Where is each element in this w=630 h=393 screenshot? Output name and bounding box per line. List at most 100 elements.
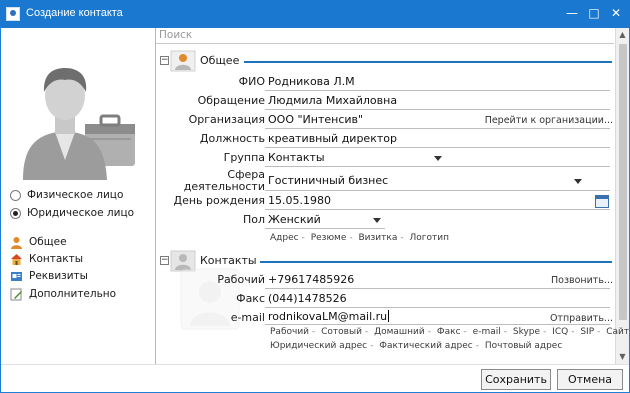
email-value: rodnikovaLM@mail.ru	[268, 310, 388, 323]
fio-underline	[265, 90, 610, 91]
radio-legal-entity-circle[interactable]	[10, 207, 21, 219]
section-contacts-divider	[260, 261, 612, 263]
gender-label: Пол	[242, 213, 265, 226]
fio-label: ФИО	[238, 75, 265, 88]
fax-label: Факс	[236, 292, 265, 305]
group-underline	[265, 166, 610, 167]
send-email-link[interactable]: Отправить...	[550, 313, 613, 324]
dialog-body: Физическое лицо Юридическое лицо Общее К…	[1, 28, 629, 392]
greeting-field[interactable]: Людмила Михайловна	[268, 94, 397, 107]
section-general-divider	[244, 61, 612, 63]
radio-legal-entity[interactable]: Юридическое лицо	[10, 205, 134, 221]
greeting-underline	[265, 109, 610, 110]
gender-select[interactable]: Женский	[268, 213, 321, 226]
position-label: Должность	[199, 132, 265, 145]
sphere-dropdown-arrow-icon[interactable]	[574, 179, 582, 184]
left-pane: Физическое лицо Юридическое лицо Общее К…	[1, 28, 155, 364]
minimize-button[interactable]: —	[562, 4, 582, 22]
nav-item-requisites[interactable]: Реквизиты	[10, 268, 88, 284]
go-to-organization-link[interactable]: Перейти к организации...	[485, 115, 613, 126]
contacts-extra-links-row2: Юридический адрес - Фактический адрес - По…	[270, 341, 563, 351]
window: Создание контакта — □ ✕ Физическое лицо	[0, 0, 630, 393]
birthday-label: День рождения	[173, 194, 266, 207]
group-select[interactable]: Контакты	[268, 151, 325, 164]
work-phone-label: Рабочий	[217, 273, 265, 286]
nav-item-general[interactable]: Общее	[10, 234, 67, 250]
scroll-down-arrow-icon[interactable]: ▼	[616, 350, 629, 364]
email-underline	[265, 324, 610, 325]
nav-item-additional-label: Дополнительно	[29, 288, 117, 300]
email-label: e-mail	[230, 311, 265, 324]
link-work[interactable]: Рабочий	[270, 327, 309, 337]
work-phone-underline	[265, 288, 610, 289]
close-button[interactable]: ✕	[606, 4, 626, 22]
link-site[interactable]: Сайт	[606, 327, 629, 337]
person-icon	[170, 50, 196, 72]
contact-avatar-icon	[23, 68, 135, 180]
person-icon	[11, 236, 22, 249]
organization-field[interactable]: ООО "Интенсив"	[268, 113, 363, 126]
scroll-up-arrow-icon[interactable]: ▲	[616, 28, 629, 42]
sphere-label-line2: деятельности	[183, 180, 265, 193]
save-button[interactable]: Сохранить	[481, 369, 551, 390]
link-legal-address[interactable]: Юридический адрес	[270, 341, 367, 351]
title-bar[interactable]: Создание контакта — □ ✕	[0, 0, 630, 28]
link-address[interactable]: Адрес	[270, 233, 299, 243]
birthday-field[interactable]: 15.05.1980	[268, 194, 331, 207]
fax-field[interactable]: (044)1478526	[268, 292, 347, 305]
link-logo[interactable]: Логотип	[409, 233, 449, 243]
link-home[interactable]: Домашний	[374, 327, 425, 337]
gender-dropdown-arrow-icon[interactable]	[373, 218, 381, 223]
radio-individual-circle[interactable]	[10, 189, 21, 201]
collapse-general-toggle[interactable]: −	[160, 56, 169, 65]
maximize-button[interactable]: □	[584, 4, 604, 22]
link-email[interactable]: e-mail	[473, 327, 501, 337]
fax-underline	[265, 307, 610, 308]
collapse-contacts-toggle[interactable]: −	[160, 256, 169, 265]
greeting-label: Обращение	[197, 94, 265, 107]
position-underline	[265, 147, 610, 148]
calendar-icon[interactable]	[595, 195, 609, 208]
call-link[interactable]: Позвонить...	[551, 275, 613, 286]
form-pane: Поиск ▲ ▼ − Общее ФИО Родникова Л.М Обра…	[155, 28, 629, 364]
contacts-extra-links-row1: Рабочий - Сотовый - Домашний - Факс - e-mail…	[270, 327, 630, 337]
nav-item-additional[interactable]: Дополнительно	[10, 286, 116, 302]
organization-label: Организация	[188, 113, 265, 126]
section-contacts-title: Контакты	[200, 254, 257, 267]
text-cursor	[388, 310, 390, 322]
nav-item-contacts[interactable]: Контакты	[10, 251, 83, 267]
sphere-select[interactable]: Гостиничный бизнес	[268, 174, 388, 187]
nav-item-general-label: Общее	[29, 236, 67, 248]
organization-underline	[265, 128, 610, 129]
link-postal-address[interactable]: Почтовый адрес	[485, 341, 562, 351]
vertical-scrollbar[interactable]: ▲ ▼	[615, 28, 629, 364]
cancel-button[interactable]: Отмена	[557, 369, 623, 390]
link-skype[interactable]: Skype	[513, 327, 540, 337]
fio-field[interactable]: Родникова Л.М	[268, 75, 355, 88]
link-actual-address[interactable]: Фактический адрес	[379, 341, 473, 351]
group-dropdown-arrow-icon[interactable]	[434, 156, 442, 161]
work-phone-field[interactable]: +79617485926	[268, 273, 354, 286]
card-icon	[11, 271, 22, 281]
link-mobile[interactable]: Сотовый	[321, 327, 362, 337]
window-title: Создание контакта	[26, 7, 123, 19]
nav-item-requisites-label: Реквизиты	[29, 270, 88, 282]
app-icon	[6, 7, 20, 21]
link-icq[interactable]: ICQ	[552, 327, 568, 337]
section-general-header: − Общее	[156, 50, 614, 72]
nav-item-contacts-label: Контакты	[29, 253, 84, 265]
radio-individual[interactable]: Физическое лицо	[10, 187, 123, 203]
link-resume[interactable]: Резюме	[311, 233, 347, 243]
link-fax[interactable]: Факс	[437, 327, 461, 337]
dialog-button-bar: Сохранить Отмена	[1, 364, 629, 392]
position-field[interactable]: креативный директор	[268, 132, 397, 145]
link-sip[interactable]: SIP	[580, 327, 594, 337]
scrollbar-thumb[interactable]	[619, 44, 627, 320]
email-field[interactable]: rodnikovaLM@mail.ru	[268, 310, 390, 323]
sphere-underline	[265, 190, 610, 191]
group-label: Группа	[223, 151, 265, 164]
edit-icon	[10, 288, 22, 300]
link-business-card[interactable]: Визитка	[358, 233, 397, 243]
search-input[interactable]: Поиск	[156, 28, 614, 44]
general-extra-links: Адрес - Резюме - Визитка - Логотип	[270, 233, 449, 243]
